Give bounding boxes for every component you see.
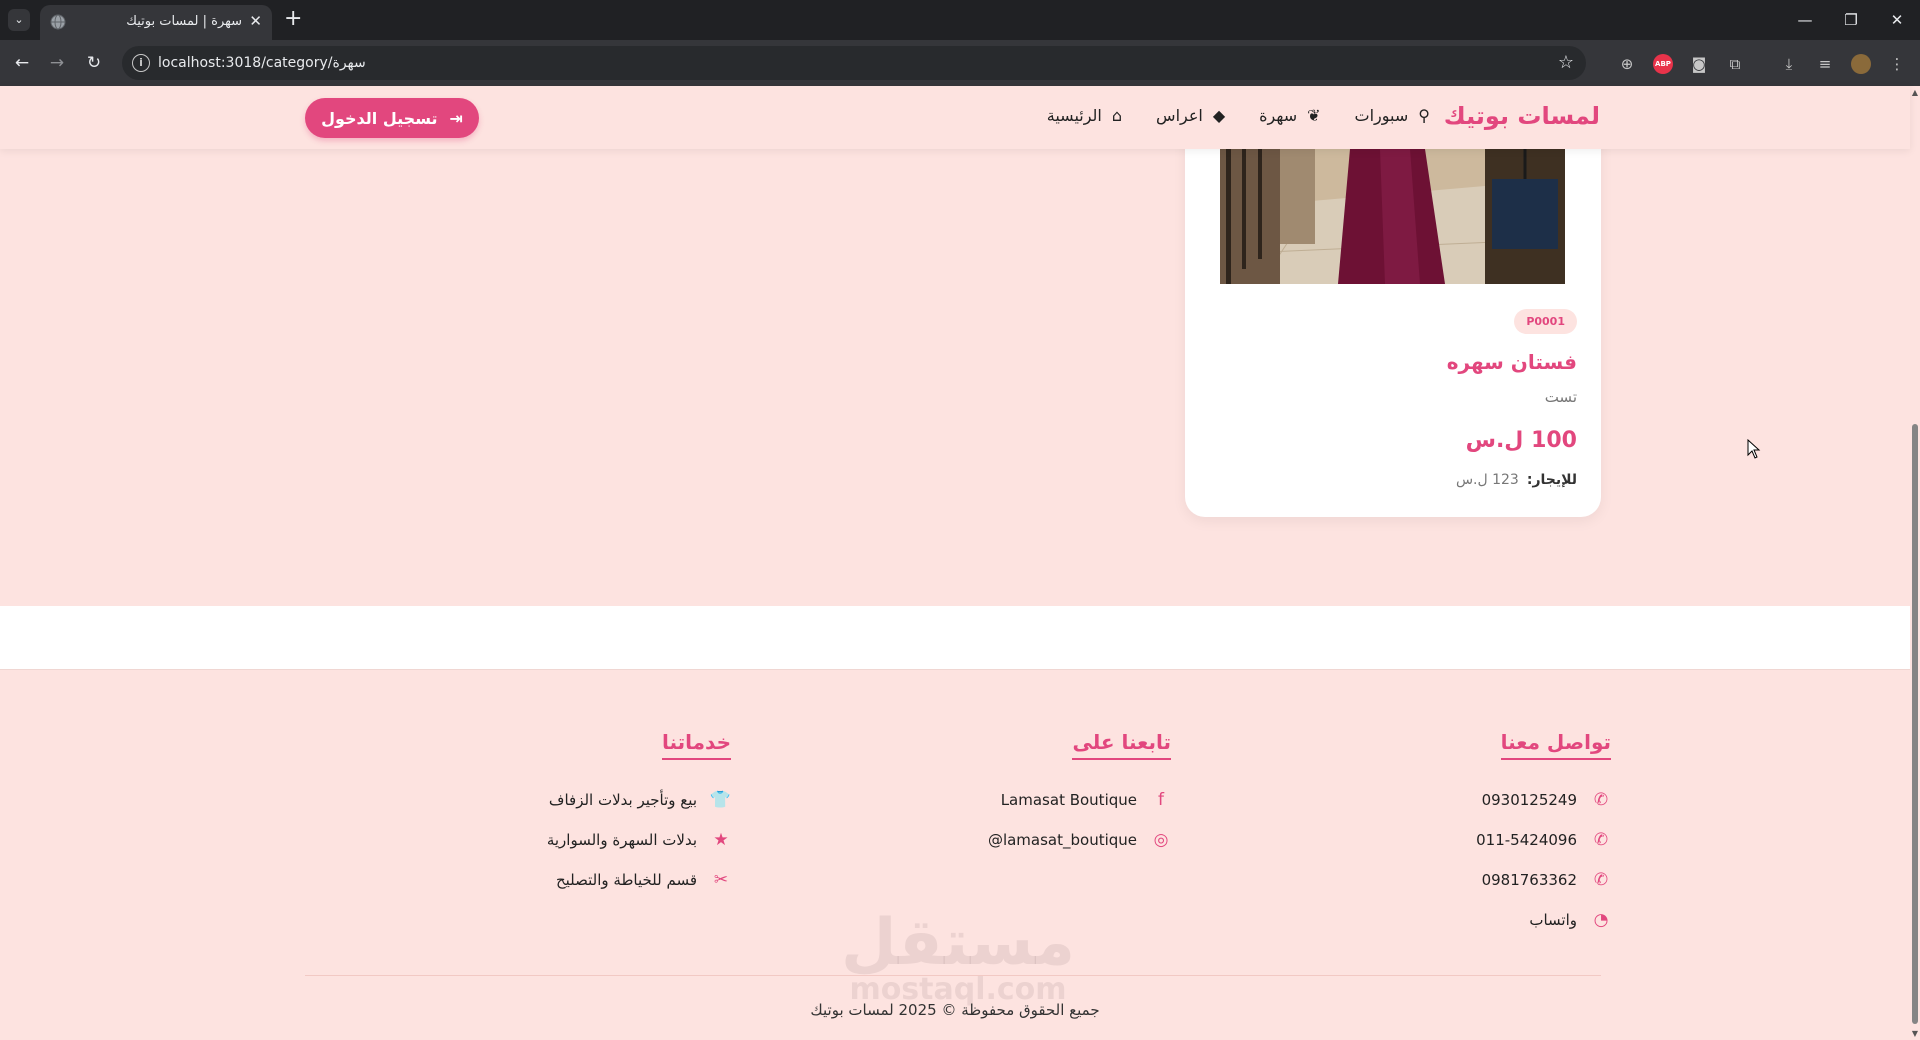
new-tab-button[interactable]: + [284, 6, 302, 31]
rent-label: للإيجار: [1526, 472, 1577, 488]
footer-contact-heading: تواصل معنا [1500, 730, 1611, 760]
menu-kebab-icon[interactable]: ⋮ [1887, 54, 1907, 74]
nav-label: الرئيسية [1046, 106, 1102, 125]
window-controls: — ❐ ✕ [1782, 0, 1920, 40]
phone-icon: ✆ [1593, 870, 1609, 890]
whatsapp-icon: ◔ [1593, 910, 1609, 930]
service-text: قسم للخياطة والتصليح [555, 871, 697, 889]
nav-label: سبورات [1354, 106, 1409, 125]
follow-text: Lamasat Boutique [1000, 791, 1137, 809]
star-icon: ★ [713, 830, 729, 850]
browser-tab-bar: ⌄ سهرة | لمسات بوتيك ✕ + — ❐ ✕ [0, 0, 1920, 40]
footer-services-heading: خدماتنا [661, 730, 731, 760]
product-image[interactable] [1220, 149, 1565, 284]
service-tailoring[interactable]: ✂ قسم للخياطة والتصليح [547, 860, 731, 900]
tab-search-button[interactable]: ⌄ [8, 9, 30, 31]
nav-label: سهرة [1259, 106, 1298, 125]
section-divider-band [0, 606, 1910, 670]
adblock-plus-icon[interactable]: ABP [1653, 54, 1673, 74]
browser-toolbar: ← → ↻ i localhost:3018/category/سهرة ☆ ⊕… [0, 40, 1920, 86]
footer-divider [305, 975, 1601, 976]
product-description: تست [1544, 388, 1577, 406]
minimize-button[interactable]: — [1782, 0, 1828, 40]
scroll-down-arrow-icon[interactable]: ▼ [1910, 1029, 1920, 1038]
brand-logo-text[interactable]: لمسات بوتيك [1444, 102, 1600, 130]
contact-phone-2[interactable]: ✆ 011-5424096 [1476, 820, 1611, 860]
login-label: تسجيل الدخول [321, 108, 438, 128]
sign-in-icon: ⇥ [449, 108, 463, 128]
close-window-button[interactable]: ✕ [1874, 0, 1920, 40]
product-card[interactable]: P0001 فستان سهره تست 100 ل.س للإيجار: 12… [1185, 110, 1601, 517]
service-text: بيع وتأجير بدلات الزفاف [548, 791, 697, 809]
site-info-icon[interactable]: i [132, 54, 150, 72]
footer-contact-section: تواصل معنا ✆ 0930125249 ✆ 011-5424096 ✆ … [1476, 730, 1611, 940]
contact-text: 0930125249 [1481, 791, 1577, 809]
nav-item-sports[interactable]: ⚲ سبورات [1355, 106, 1430, 125]
product-code-badge: P0001 [1514, 309, 1577, 334]
dress-photo [1220, 149, 1565, 284]
download-icon[interactable]: ⤓ [1779, 54, 1799, 74]
contact-phone-3[interactable]: ✆ 0981763362 [1476, 860, 1611, 900]
product-name[interactable]: فستان سهره [1447, 350, 1577, 374]
contact-text: 011-5424096 [1476, 831, 1577, 849]
phone-icon: ✆ [1593, 830, 1609, 850]
contact-text: واتساب [1529, 911, 1577, 929]
site-header: لمسات بوتيك ⌂ الرئيسية ◆ اعراس ❦ سهرة ⚲ … [0, 86, 1910, 149]
follow-text: lamasat_boutique@ [987, 831, 1137, 849]
translate-globe-icon[interactable]: ⊕ [1617, 54, 1637, 74]
copyright-text: جميع الحقوق محفوظة © 2025 لمسات بوتيك [810, 1001, 1100, 1019]
nav-item-home[interactable]: ⌂ الرئيسية [1047, 106, 1122, 125]
mostaql-watermark: مستقل mostaql.com [840, 906, 1076, 1007]
service-wedding[interactable]: 👕 بيع وتأجير بدلات الزفاف [547, 780, 731, 820]
contact-phone-1[interactable]: ✆ 0930125249 [1476, 780, 1611, 820]
camera-icon[interactable]: ◙ [1689, 54, 1709, 74]
media-queue-icon[interactable]: ≡ [1815, 54, 1835, 74]
follow-facebook[interactable]: f Lamasat Boutique [988, 780, 1171, 820]
close-tab-icon[interactable]: ✕ [249, 12, 262, 30]
restore-button[interactable]: ❐ [1828, 0, 1874, 40]
product-price: 100 ل.س [1465, 428, 1577, 453]
globe-icon [50, 14, 66, 30]
login-button[interactable]: ⇥ تسجيل الدخول [305, 98, 479, 138]
contact-text: 0981763362 [1481, 871, 1577, 889]
reload-icon[interactable]: ↻ [82, 51, 106, 75]
phone-icon: ✆ [1593, 790, 1609, 810]
scrollbar-thumb[interactable] [1912, 424, 1918, 1024]
extensions-puzzle-icon[interactable]: ⧉ [1725, 54, 1745, 74]
rent-value: 123 ل.س [1455, 472, 1519, 488]
running-icon: ⚲ [1418, 106, 1430, 125]
scroll-up-arrow-icon[interactable]: ▲ [1910, 88, 1920, 97]
nav-item-weddings[interactable]: ◆ اعراس [1156, 106, 1225, 125]
service-evening[interactable]: ★ بدلات السهرة والسوارية [547, 820, 731, 860]
nav-label: اعراس [1156, 106, 1203, 125]
feather-icon: ❦ [1307, 106, 1321, 125]
shirt-icon: 👕 [709, 790, 731, 810]
forward-icon[interactable]: → [45, 51, 69, 75]
profile-avatar[interactable] [1851, 54, 1871, 74]
footer-services-section: خدماتنا 👕 بيع وتأجير بدلات الزفاف ★ بدلا… [547, 730, 731, 900]
follow-instagram[interactable]: ◎ lamasat_boutique@ [988, 820, 1171, 860]
bookmark-star-icon[interactable]: ☆ [1558, 52, 1574, 73]
tab-title: سهرة | لمسات بوتيك [126, 14, 242, 29]
back-icon[interactable]: ← [10, 51, 34, 75]
instagram-icon: ◎ [1153, 830, 1169, 850]
gem-icon: ◆ [1212, 106, 1226, 125]
rent-price-row: للإيجار: 123 ل.س [1456, 472, 1577, 488]
contact-whatsapp[interactable]: ◔ واتساب [1476, 900, 1611, 940]
url-text[interactable]: localhost:3018/category/سهرة [158, 55, 366, 71]
address-bar[interactable]: i localhost:3018/category/سهرة ☆ [122, 46, 1586, 80]
page-scrollbar[interactable]: ▲ ▼ [1910, 86, 1920, 1040]
home-icon: ⌂ [1111, 106, 1123, 125]
mouse-cursor-icon [1747, 439, 1761, 459]
nav-item-evening[interactable]: ❦ سهرة [1259, 106, 1320, 125]
browser-tab[interactable]: سهرة | لمسات بوتيك ✕ [40, 5, 272, 40]
facebook-icon: f [1158, 790, 1164, 810]
service-text: بدلات السهرة والسوارية [546, 831, 697, 849]
footer-follow-section: تابعنا على f Lamasat Boutique ◎ lamasat_… [988, 730, 1171, 860]
scissors-icon: ✂ [713, 870, 729, 890]
footer-follow-heading: تابعنا على [1072, 730, 1171, 760]
main-nav: ⌂ الرئيسية ◆ اعراس ❦ سهرة ⚲ سبورات [1047, 106, 1430, 125]
